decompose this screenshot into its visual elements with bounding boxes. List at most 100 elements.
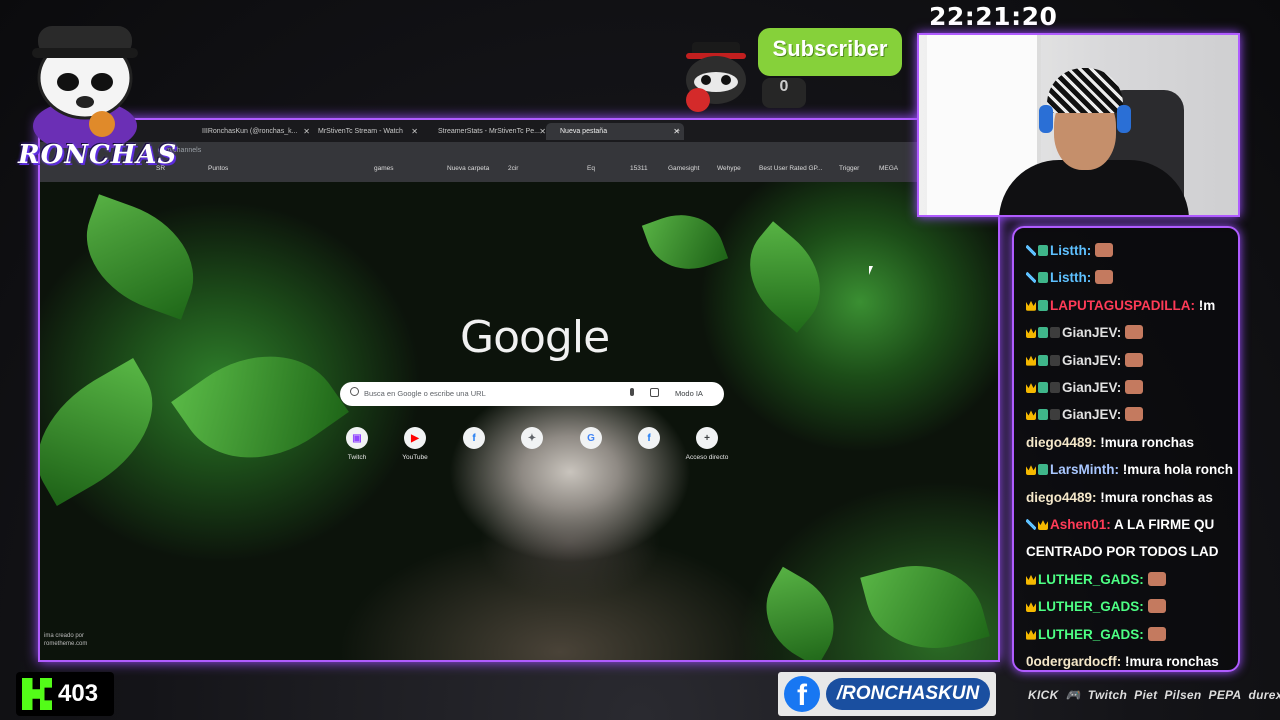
chat-panel: Listth: Listth: LAPUTAGUSPADILLA: !m GianJE… bbox=[1012, 226, 1240, 672]
emote-icon bbox=[1125, 407, 1144, 422]
close-icon[interactable]: ✕ bbox=[411, 123, 418, 140]
dog-mascot-icon bbox=[32, 26, 138, 152]
sword-badge-icon bbox=[1026, 272, 1036, 284]
browser-tab-bar: IIIRonchasKun (@ronchas_k... ✕ MrStivenTc… bbox=[40, 120, 998, 142]
chat-username[interactable]: Listth: bbox=[1050, 270, 1091, 285]
emote-icon bbox=[1147, 599, 1166, 614]
google-search-box[interactable]: Busca en Google o escribe una URL Modo I… bbox=[340, 382, 724, 406]
sponsor-logo: Twitch bbox=[1087, 688, 1128, 702]
bookmark-item[interactable]: Eq bbox=[587, 165, 595, 172]
chat-message: CENTRADO POR TODOS LAD bbox=[1026, 543, 1238, 560]
subscriber-label: Subscriber bbox=[772, 36, 888, 61]
ai-mode-button[interactable]: Modo IA bbox=[671, 386, 707, 402]
sword-badge-icon bbox=[1026, 519, 1036, 530]
google-lens-icon[interactable] bbox=[650, 388, 659, 397]
bookmark-item[interactable]: 2cir bbox=[508, 165, 518, 172]
emote-icon bbox=[1147, 626, 1166, 641]
kick-logo-icon bbox=[22, 678, 52, 710]
background-credit[interactable]: ima creado por rometheme.com bbox=[44, 632, 87, 648]
chat-text: !mura ronchas as bbox=[1096, 489, 1213, 505]
link-icon: ✦ bbox=[521, 427, 543, 449]
stream-clock: 22:21:20 bbox=[929, 2, 1058, 31]
chat-username[interactable]: LarsMinth: bbox=[1050, 462, 1119, 477]
browser-tab[interactable]: StreamerStats - MrStivenTc Pe... ✕ bbox=[424, 123, 550, 140]
browser-tab[interactable]: MrStivenTc Stream - Watch ✕ bbox=[304, 123, 422, 140]
chat-username[interactable]: GianJEV: bbox=[1062, 325, 1121, 340]
bookmark-item[interactable]: Puntos bbox=[208, 165, 228, 172]
88-badge-icon bbox=[1038, 327, 1048, 339]
subscriber-count: 0 bbox=[762, 78, 806, 108]
chat-username[interactable]: GianJEV: bbox=[1062, 407, 1121, 422]
bookmark-item[interactable]: Nueva carpeta bbox=[447, 165, 489, 172]
chat-message: GianJEV: bbox=[1026, 352, 1238, 369]
chat-message: 0odergardocff: !mura ronchas bbox=[1026, 653, 1238, 670]
chat-username[interactable]: LUTHER_GADS: bbox=[1038, 572, 1144, 587]
chat-message: GianJEV: bbox=[1026, 406, 1238, 423]
88-badge-icon bbox=[1038, 354, 1048, 366]
shortcut-tile[interactable]: f bbox=[624, 427, 674, 454]
close-icon[interactable]: ✕ bbox=[539, 123, 546, 140]
bookmark-item[interactable]: Trigger bbox=[839, 165, 859, 172]
chat-username[interactable]: LUTHER_GADS: bbox=[1038, 627, 1144, 642]
chat-message: LUTHER_GADS: bbox=[1026, 626, 1238, 643]
chat-text: !mura hola ronch bbox=[1119, 462, 1234, 478]
new-tab-button[interactable]: + bbox=[672, 123, 692, 140]
translate-icon: G bbox=[580, 427, 602, 449]
crown-badge-icon bbox=[1026, 465, 1036, 476]
bookmark-item[interactable]: 15311 bbox=[630, 165, 648, 172]
sub-badge-icon bbox=[1050, 409, 1060, 421]
leaf-decoration bbox=[171, 321, 349, 493]
sponsor-logo: durex bbox=[1248, 688, 1280, 702]
viewer-count: 403 bbox=[58, 680, 99, 707]
chat-username[interactable]: LUTHER_GADS: bbox=[1038, 599, 1144, 614]
address-bar[interactable]: com/channels bbox=[40, 142, 998, 160]
shortcut-tile[interactable]: ✦ bbox=[507, 427, 557, 454]
chat-message: Listth: bbox=[1026, 269, 1238, 286]
kick-viewer-counter: 403 bbox=[16, 672, 114, 716]
bookmark-item[interactable]: games bbox=[374, 165, 394, 172]
add-shortcut-tile[interactable]: + Acceso directo bbox=[682, 427, 732, 461]
bookmark-item[interactable]: Best User Rated GP... bbox=[759, 165, 822, 172]
chat-username[interactable]: LAPUTAGUSPADILLA: bbox=[1050, 298, 1195, 313]
chat-text: !mura ronchas bbox=[1096, 434, 1195, 450]
emote-icon bbox=[1095, 243, 1114, 257]
shortcut-tile[interactable]: ▣ Twitch bbox=[332, 427, 382, 461]
bookmark-item[interactable]: Gamesight bbox=[668, 165, 699, 172]
new-tab-page: Google Busca en Google o escribe una URL… bbox=[40, 182, 998, 660]
crown-badge-icon bbox=[1026, 383, 1036, 393]
headset-icon bbox=[1039, 105, 1053, 133]
chat-message: LAPUTAGUSPADILLA: !m bbox=[1026, 297, 1238, 314]
crown-badge-icon bbox=[1026, 629, 1036, 640]
shortcut-tile[interactable]: f bbox=[449, 427, 499, 454]
chat-username[interactable]: 0odergardocff: bbox=[1026, 654, 1121, 669]
twitch-icon: ▣ bbox=[346, 427, 368, 449]
bookmark-item[interactable]: Wehype bbox=[717, 165, 741, 172]
88-badge-icon bbox=[1038, 382, 1048, 393]
crown-badge-icon bbox=[1026, 574, 1036, 585]
chat-username[interactable]: Listth: bbox=[1050, 243, 1091, 258]
facebook-handle: /RONCHASKUN bbox=[826, 678, 990, 710]
chat-username[interactable]: GianJEV: bbox=[1062, 380, 1121, 395]
browser-capture: IIIRonchasKun (@ronchas_k... ✕ MrStivenTc… bbox=[38, 118, 1000, 662]
sub-badge-icon bbox=[1050, 354, 1060, 366]
chat-message: Listth: bbox=[1026, 242, 1238, 259]
chat-text: CENTRADO POR TODOS LAD bbox=[1026, 544, 1219, 560]
crown-badge-icon bbox=[1026, 410, 1036, 421]
sub-badge-icon bbox=[1050, 382, 1060, 393]
microphone-icon[interactable] bbox=[630, 388, 634, 396]
leaf-decoration bbox=[747, 566, 853, 660]
shortcut-tile[interactable]: G bbox=[566, 427, 616, 454]
chat-username[interactable]: diego4489: bbox=[1026, 490, 1097, 505]
search-placeholder: Busca en Google o escribe una URL bbox=[364, 389, 486, 398]
crown-badge-icon bbox=[1026, 328, 1036, 339]
sword-badge-icon bbox=[1026, 245, 1036, 256]
browser-tab[interactable]: IIIRonchasKun (@ronchas_k... ✕ bbox=[188, 123, 314, 140]
browser-tab-active[interactable]: Nueva pestaña ✕ bbox=[546, 123, 684, 140]
chat-message: diego4489: !mura ronchas bbox=[1026, 434, 1238, 451]
88-badge-icon bbox=[1038, 299, 1048, 311]
chat-username[interactable]: Ashen01: bbox=[1050, 517, 1111, 532]
chat-username[interactable]: GianJEV: bbox=[1062, 353, 1121, 368]
shortcut-tile[interactable]: ▶ YouTube bbox=[390, 427, 440, 461]
bookmark-item[interactable]: MEGA bbox=[879, 165, 898, 172]
chat-username[interactable]: diego4489: bbox=[1026, 435, 1097, 450]
